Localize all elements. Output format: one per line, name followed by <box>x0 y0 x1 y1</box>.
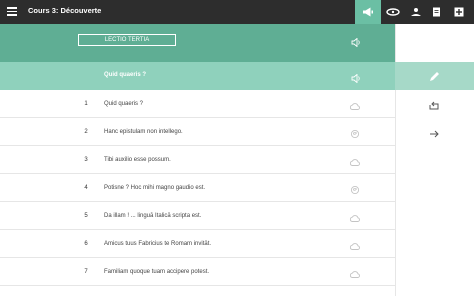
lesson-audio-button[interactable] <box>351 34 361 52</box>
sentence-row[interactable]: 3 Tibi auxilio esse possum. <box>0 146 395 174</box>
cloud-icon <box>349 159 360 166</box>
bird-icon <box>350 129 360 139</box>
sentence-text: Potisne ? Hoc mihi magno gaudio est. <box>104 185 206 191</box>
question-audio-button[interactable] <box>351 70 361 88</box>
sentence-row[interactable]: 1 Quid quaeris ? <box>0 90 395 118</box>
repeat-button[interactable] <box>428 99 440 117</box>
sentence-number: 5 <box>84 213 88 219</box>
sentence-row[interactable]: 7 Familiam quoque tuam accipere potest. <box>0 258 395 286</box>
cloud-status-icon[interactable] <box>349 266 361 284</box>
cloud-icon <box>349 103 360 110</box>
menu-button[interactable] <box>7 7 17 16</box>
cloud-icon <box>349 243 360 250</box>
document-icon <box>432 7 440 17</box>
arrow-right-icon <box>430 130 439 138</box>
sentence-number: 4 <box>84 185 88 191</box>
pencil-icon <box>430 72 439 81</box>
sentence-text: Hanc epistulam non intellego. <box>104 129 183 135</box>
cloud-status-icon[interactable] <box>349 154 361 172</box>
sentence-number: 2 <box>84 129 88 135</box>
speaker-icon <box>351 73 360 84</box>
lesson-header-row <box>0 24 395 62</box>
bird-status-icon[interactable] <box>349 126 361 144</box>
sentence-number: 3 <box>84 157 88 163</box>
sentence-text: Familiam quoque tuam accipere potest. <box>104 269 210 275</box>
sentence-number: 1 <box>84 101 88 107</box>
question-text: Quid quaeris ? <box>104 72 147 78</box>
sentence-row[interactable]: 2 Hanc epistulam non intellego. <box>0 118 395 146</box>
add-icon <box>454 7 464 17</box>
edit-button[interactable] <box>428 70 440 88</box>
add-tool-button[interactable] <box>446 0 472 24</box>
sentence-number: 7 <box>84 269 88 275</box>
megaphone-tool-button[interactable] <box>355 0 381 24</box>
sentence-text: Amicus tuus Fabricius te Romam invitāt. <box>104 241 212 247</box>
sentence-number: 6 <box>84 241 88 247</box>
speaker-icon <box>351 37 360 48</box>
bird-status-icon[interactable] <box>349 182 361 200</box>
gramophone-icon <box>386 8 400 16</box>
repeat-icon <box>429 101 439 110</box>
cloud-status-icon[interactable] <box>349 238 361 256</box>
lesson-title: LECTIO TERTIA <box>78 34 176 46</box>
sentence-row[interactable]: 5 Da illam ! ... linguā Italicā scripta e… <box>0 202 395 230</box>
app-title: Cours 3: Découverte <box>28 6 102 15</box>
sentence-text: Da illam ! ... linguā Italicā scripta es… <box>104 213 202 219</box>
sentence-row[interactable]: 6 Amicus tuus Fabricius te Romam invitāt. <box>0 230 395 258</box>
megaphone-icon <box>363 7 373 17</box>
hand-reader-icon <box>411 8 421 16</box>
cloud-icon <box>349 215 360 222</box>
bird-icon <box>350 185 360 195</box>
sentence-row[interactable]: 4 Potisne ? Hoc mihi magno gaudio est. <box>0 174 395 202</box>
next-button[interactable] <box>428 127 440 145</box>
cloud-status-icon[interactable] <box>349 98 361 116</box>
cloud-status-icon[interactable] <box>349 210 361 228</box>
sentence-text: Quid quaeris ? <box>104 101 144 107</box>
sentence-text: Tibi auxilio esse possum. <box>104 157 171 163</box>
cloud-icon <box>349 271 360 278</box>
